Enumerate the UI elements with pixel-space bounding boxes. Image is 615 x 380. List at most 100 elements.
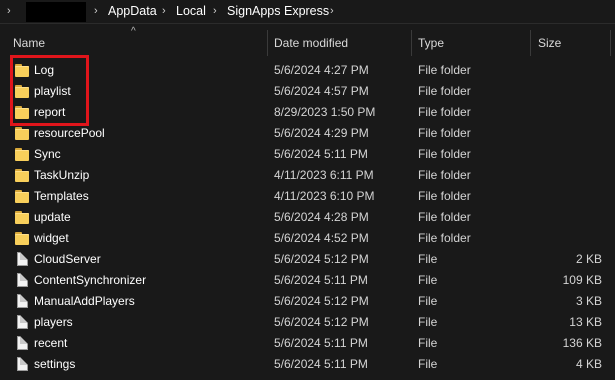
file-name: ManualAddPlayers xyxy=(34,294,135,308)
folder-icon xyxy=(15,147,31,162)
file-name: Sync xyxy=(34,147,61,161)
file-name: update xyxy=(34,210,71,224)
file-row[interactable]: recent 5/6/2024 5:11 PM File 136 KB xyxy=(0,333,615,354)
file-row[interactable]: ContentSynchronizer 5/6/2024 5:11 PM File 1… xyxy=(0,270,615,291)
file-icon xyxy=(15,294,31,309)
file-row[interactable]: ManualAddPlayers 5/6/2024 5:12 PM File 3 KB xyxy=(0,291,615,312)
folder-icon xyxy=(15,168,31,183)
column-header-date-modified[interactable]: Date modified xyxy=(274,36,348,50)
date-modified: 4/11/2023 6:10 PM xyxy=(274,189,375,203)
folder-icon xyxy=(15,84,31,99)
chevron-right-icon[interactable]: › xyxy=(94,5,98,17)
file-size: 13 KB xyxy=(569,315,602,329)
file-icon xyxy=(15,315,31,330)
folder-icon xyxy=(15,63,31,78)
file-type: File xyxy=(418,252,438,266)
file-icon xyxy=(15,273,31,288)
folder-row[interactable]: widget 5/6/2024 4:52 PM File folder xyxy=(0,228,615,249)
file-type: File xyxy=(418,294,438,308)
folder-row[interactable]: Templates 4/11/2023 6:10 PM File folder xyxy=(0,186,615,207)
date-modified: 5/6/2024 4:29 PM xyxy=(274,126,369,140)
file-name: Log xyxy=(34,63,55,77)
date-modified: 5/6/2024 5:11 PM xyxy=(274,147,368,161)
date-modified: 5/6/2024 5:11 PM xyxy=(274,357,368,371)
file-name: Templates xyxy=(34,189,89,203)
file-type: File folder xyxy=(418,147,471,161)
file-type: File xyxy=(418,273,438,287)
file-name: CloudServer xyxy=(34,252,101,266)
file-type: File xyxy=(418,336,438,350)
date-modified: 5/6/2024 4:27 PM xyxy=(274,63,369,77)
date-modified: 5/6/2024 4:57 PM xyxy=(274,84,369,98)
folder-row[interactable]: Sync 5/6/2024 5:11 PM File folder xyxy=(0,144,615,165)
column-divider[interactable] xyxy=(530,30,531,56)
file-row[interactable]: players 5/6/2024 5:12 PM File 13 KB xyxy=(0,312,615,333)
file-icon xyxy=(15,357,31,372)
folder-icon xyxy=(15,126,31,141)
vertical-scrollbar[interactable] xyxy=(611,26,615,380)
file-name: widget xyxy=(34,231,69,245)
file-type: File folder xyxy=(418,189,471,203)
file-type: File xyxy=(418,315,438,329)
file-name: TaskUnzip xyxy=(34,168,90,182)
file-row[interactable]: settings 5/6/2024 5:11 PM File 4 KB xyxy=(0,354,615,375)
file-icon xyxy=(15,252,31,267)
date-modified: 4/11/2023 6:11 PM xyxy=(274,168,374,182)
date-modified: 5/6/2024 5:11 PM xyxy=(274,336,368,350)
file-icon xyxy=(15,336,31,351)
file-name: playlist xyxy=(34,84,71,98)
file-type: File folder xyxy=(418,126,471,140)
column-divider[interactable] xyxy=(411,30,412,56)
column-header-name[interactable]: Name xyxy=(13,36,45,50)
folder-icon xyxy=(15,210,31,225)
file-type: File xyxy=(418,357,438,371)
file-name: settings xyxy=(34,357,76,371)
file-name: recent xyxy=(34,336,68,350)
breadcrumb-signapps-express[interactable]: SignApps Express xyxy=(227,4,329,18)
column-header-type[interactable]: Type xyxy=(418,36,444,50)
date-modified: 5/6/2024 5:12 PM xyxy=(274,252,369,266)
file-size: 2 KB xyxy=(575,252,602,266)
folder-icon xyxy=(15,189,31,204)
address-bar[interactable]: › › AppData › Local › SignApps Express › xyxy=(0,0,615,24)
file-type: File folder xyxy=(418,210,471,224)
chevron-right-icon[interactable]: › xyxy=(213,5,217,17)
file-type: File folder xyxy=(418,231,471,245)
chevron-right-icon[interactable]: › xyxy=(162,5,166,17)
file-type: File folder xyxy=(418,105,471,119)
folder-row[interactable]: update 5/6/2024 4:28 PM File folder xyxy=(0,207,615,228)
chevron-right-icon[interactable]: › xyxy=(330,5,334,17)
file-name: report xyxy=(34,105,66,119)
breadcrumb-appdata[interactable]: AppData xyxy=(108,4,157,18)
folder-icon xyxy=(15,231,31,246)
file-row[interactable]: CloudServer 5/6/2024 5:12 PM File 2 KB xyxy=(0,249,615,270)
file-name: resourcePool xyxy=(34,126,105,140)
date-modified: 8/29/2023 1:50 PM xyxy=(274,105,376,119)
date-modified: 5/6/2024 4:52 PM xyxy=(274,231,369,245)
date-modified: 5/6/2024 4:28 PM xyxy=(274,210,369,224)
folder-row[interactable]: resourcePool 5/6/2024 4:29 PM File folder xyxy=(0,123,615,144)
file-type: File folder xyxy=(418,84,471,98)
date-modified: 5/6/2024 5:11 PM xyxy=(274,273,368,287)
folder-row[interactable]: TaskUnzip 4/11/2023 6:11 PM File folder xyxy=(0,165,615,186)
file-name: players xyxy=(34,315,73,329)
column-header: ^ Name Date modified Type Size xyxy=(0,26,615,60)
file-explorer-window: › › AppData › Local › SignApps Express ›… xyxy=(0,0,615,380)
breadcrumb-local[interactable]: Local xyxy=(176,4,206,18)
file-size: 4 KB xyxy=(575,357,602,371)
folder-icon xyxy=(15,105,31,120)
date-modified: 5/6/2024 5:12 PM xyxy=(274,294,369,308)
folder-row[interactable]: playlist 5/6/2024 4:57 PM File folder xyxy=(0,81,615,102)
column-header-size[interactable]: Size xyxy=(538,36,561,50)
column-divider[interactable] xyxy=(267,30,268,56)
file-size: 136 KB xyxy=(562,336,602,350)
file-type: File folder xyxy=(418,168,471,182)
file-size: 3 KB xyxy=(575,294,602,308)
sort-ascending-icon: ^ xyxy=(131,26,136,37)
date-modified: 5/6/2024 5:12 PM xyxy=(274,315,369,329)
file-name: ContentSynchronizer xyxy=(34,273,147,287)
expand-arrow-icon[interactable]: › xyxy=(7,5,11,17)
folder-row[interactable]: Log 5/6/2024 4:27 PM File folder xyxy=(0,60,615,81)
folder-row[interactable]: report 8/29/2023 1:50 PM File folder xyxy=(0,102,615,123)
redacted-path-segment xyxy=(26,2,86,22)
